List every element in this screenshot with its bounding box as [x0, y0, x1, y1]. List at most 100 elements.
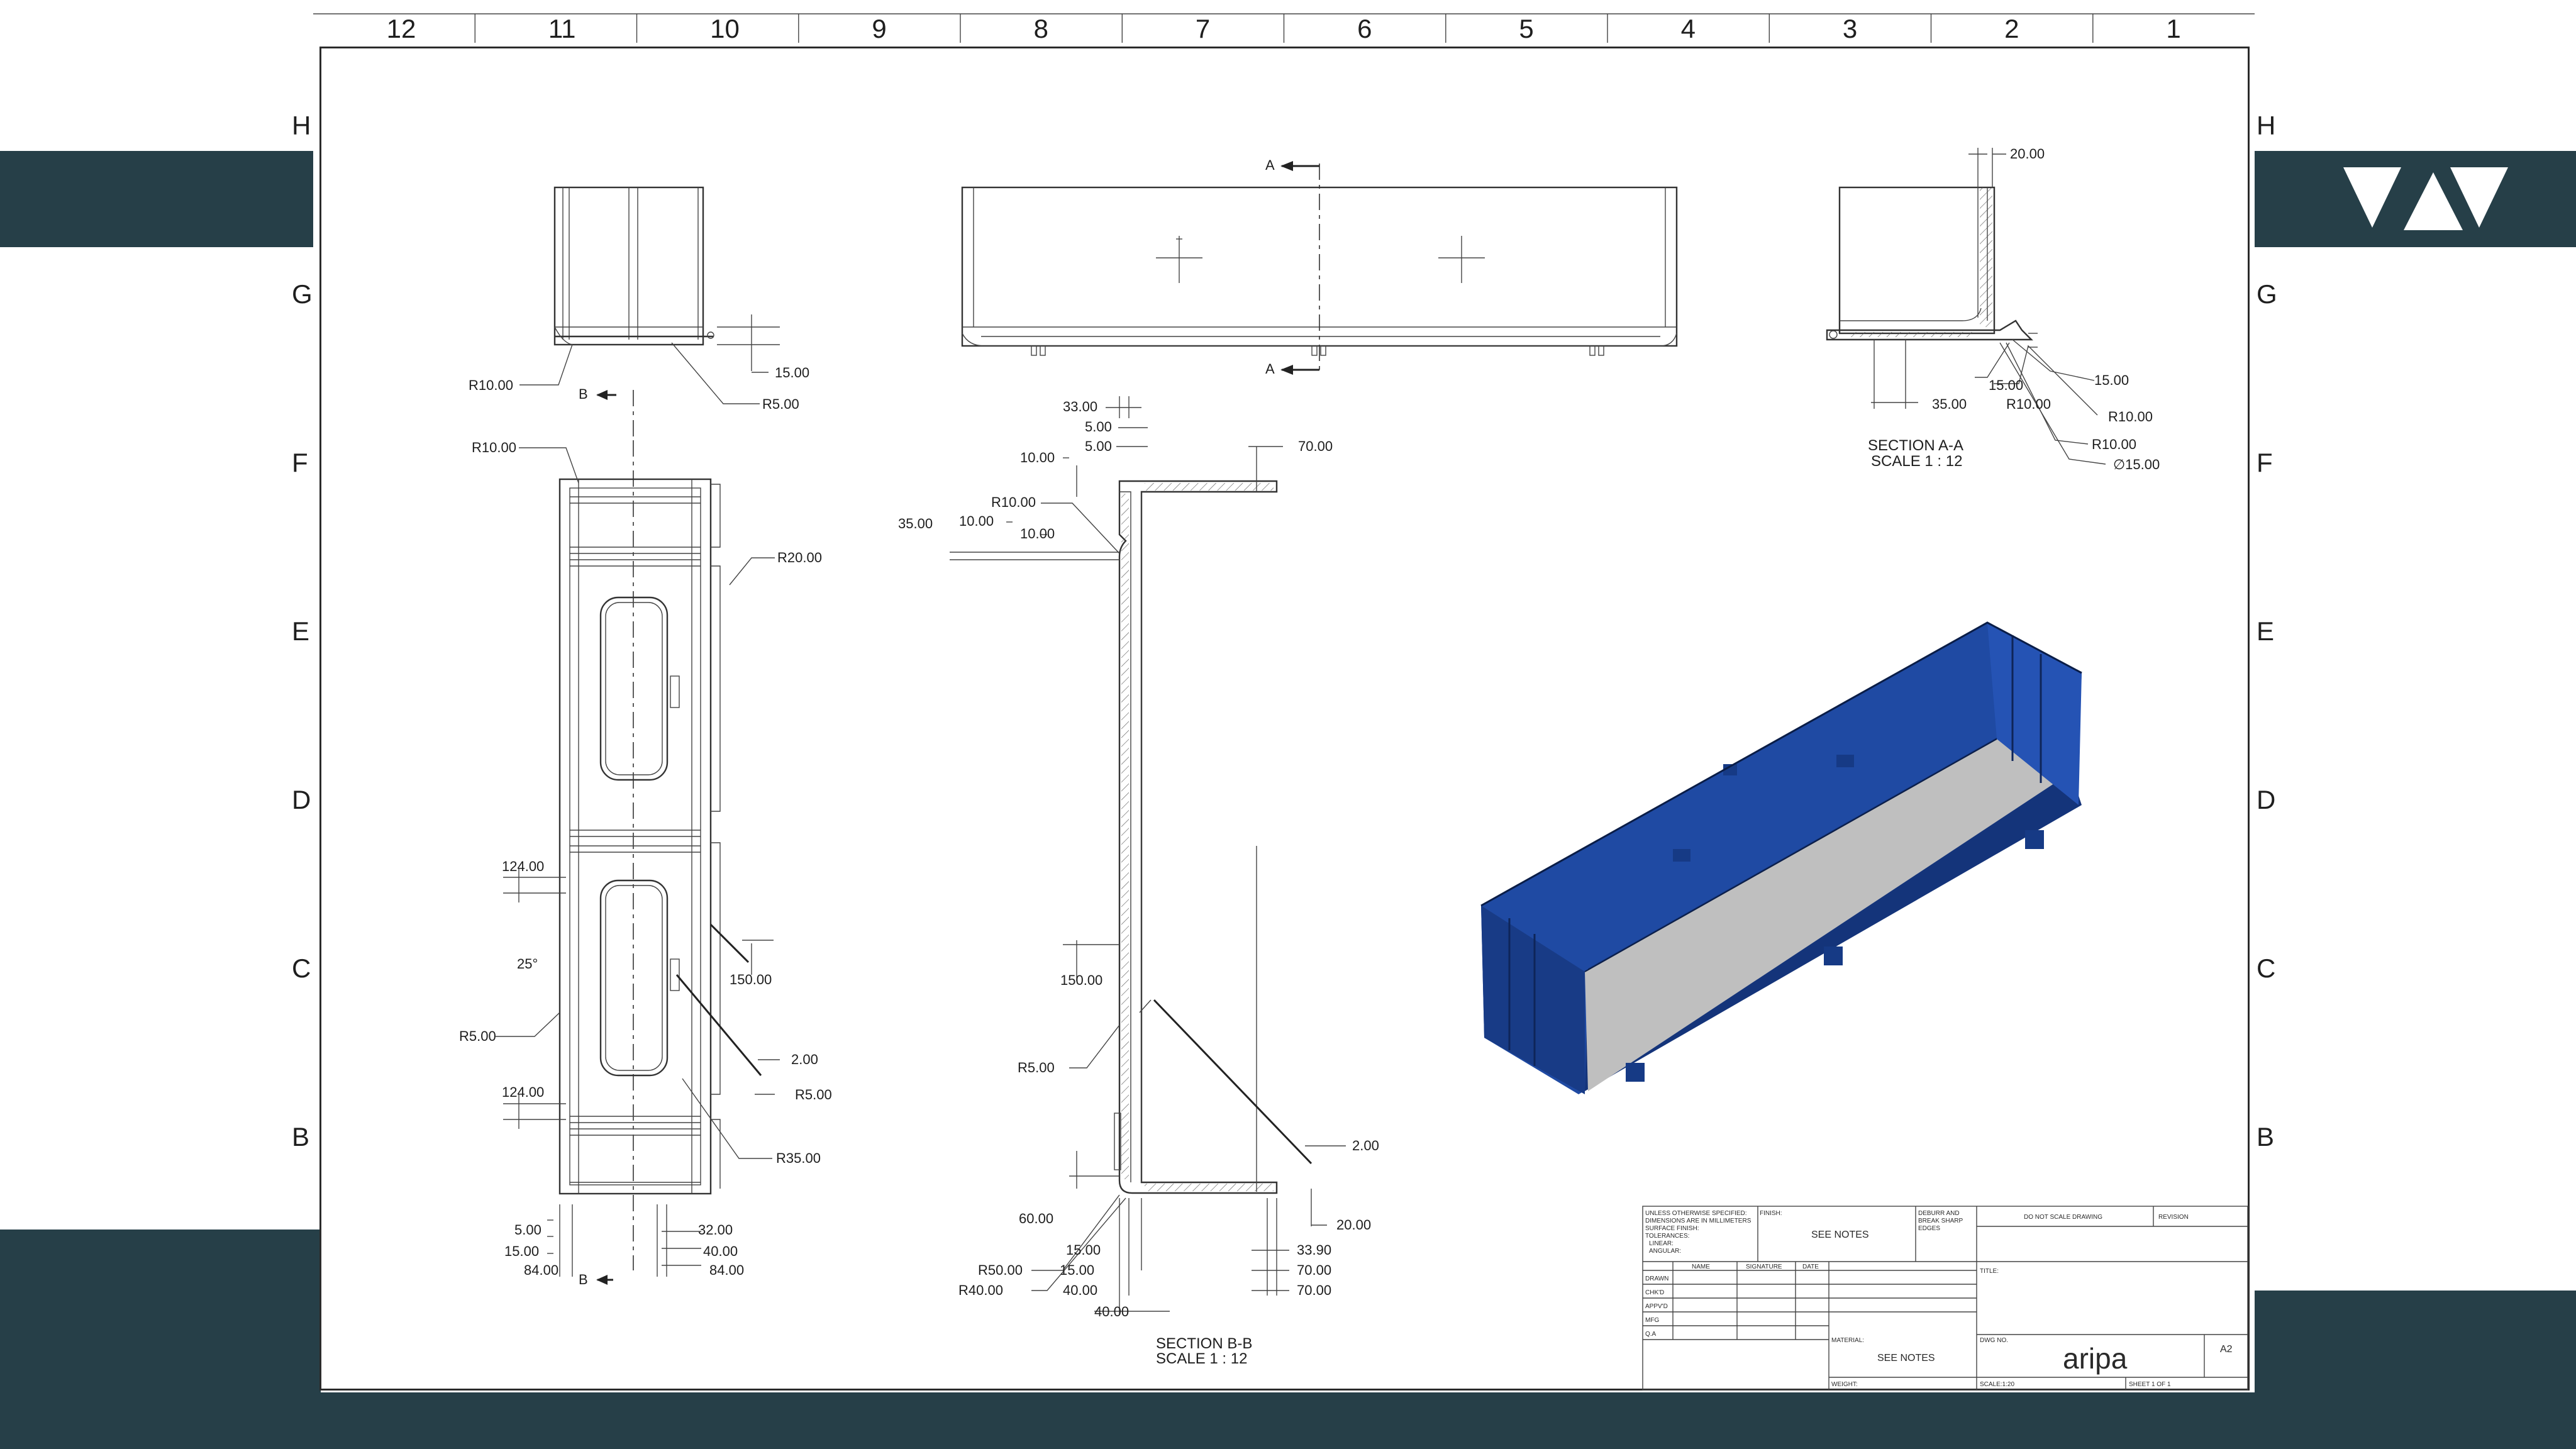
sheet-count: SHEET 1 OF 1 — [2129, 1381, 2171, 1388]
do-not-scale-note: DO NOT SCALE DRAWING — [2024, 1214, 2102, 1221]
dim-top-15: 15.00 — [775, 365, 809, 380]
zone-row-C-right: C — [2257, 953, 2275, 983]
role-chkd: CHK'D — [1645, 1289, 1664, 1296]
drawing-canvas: 12 11 10 9 8 7 6 5 4 3 2 1 H H G G F F E E D D C C B B R10.00 R5… — [292, 13, 2277, 1391]
dim-long-r5-right: R5.00 — [795, 1087, 832, 1102]
dim-top-r5: R5.00 — [762, 396, 799, 412]
cut-b-bottom-arrow — [596, 1275, 613, 1285]
svg-text:LINEAR:: LINEAR: — [1649, 1240, 1674, 1247]
cut-a-label-bottom: A — [1265, 361, 1275, 377]
header-signature: SIGNATURE — [1746, 1263, 1782, 1270]
scale-label: SCALE:1:20 — [1980, 1381, 2014, 1388]
sheet-size: A2 — [2220, 1344, 2233, 1355]
svg-text:ANGULAR:: ANGULAR: — [1649, 1248, 1681, 1255]
dim-long-84-right: 84.00 — [709, 1262, 744, 1278]
svg-text:SURFACE FINISH:: SURFACE FINISH: — [1645, 1225, 1699, 1232]
finish-label: FINISH: — [1760, 1210, 1782, 1217]
role-qa: Q.A — [1645, 1331, 1657, 1338]
zone-col-6: 6 — [1357, 14, 1372, 43]
dim-top-r10: R10.00 — [469, 377, 513, 393]
dim-bb-70a: 70.00 — [1297, 1262, 1331, 1278]
zone-row-B-left: B — [292, 1122, 309, 1152]
dim-bb-35: 35.00 — [898, 516, 933, 531]
section-bb-scale: SCALE 1 : 12 — [1156, 1350, 1247, 1367]
dim-bb-2: 2.00 — [1352, 1138, 1379, 1153]
cut-b-label-bottom: B — [579, 1272, 588, 1287]
role-appvd: APPV'D — [1645, 1303, 1668, 1310]
zone-col-1: 1 — [2166, 14, 2180, 43]
dim-long-15: 15.00 — [504, 1243, 539, 1259]
dim-bb-10c: 10.00 — [1020, 526, 1055, 541]
zone-col-7: 7 — [1196, 14, 1210, 43]
svg-text:TOLERANCES:: TOLERANCES: — [1645, 1233, 1689, 1240]
dim-bb-33: 33.00 — [1063, 399, 1097, 414]
deburr-note-3: EDGES — [1918, 1225, 1940, 1232]
zone-col-10: 10 — [710, 14, 740, 43]
dim-long-25deg: 25° — [517, 956, 538, 972]
zone-row-D-left: D — [292, 785, 311, 814]
dim-aa-r10b: R10.00 — [2108, 409, 2153, 425]
material-label: MATERIAL: — [1831, 1337, 1864, 1344]
dim-bb-15a: 15.00 — [1066, 1242, 1101, 1258]
dim-bb-40a: 40.00 — [1063, 1282, 1097, 1298]
zone-row-B-right: B — [2257, 1122, 2274, 1152]
dim-bb-r5: R5.00 — [1018, 1060, 1055, 1075]
section-aa-title: SECTION A-A — [1868, 437, 1963, 454]
header-date: DATE — [1802, 1263, 1819, 1270]
dim-bb-70b: 70.00 — [1297, 1282, 1331, 1298]
zone-col-4: 4 — [1681, 14, 1696, 43]
dim-long-40: 40.00 — [703, 1243, 738, 1259]
dim-long-r20: R20.00 — [777, 550, 822, 565]
revision-label: REVISION — [2158, 1214, 2189, 1221]
svg-text:UNLESS OTHERWISE SPECIFIED:: UNLESS OTHERWISE SPECIFIED: — [1645, 1210, 1747, 1217]
deburr-note-2: BREAK SHARP — [1918, 1218, 1963, 1224]
dim-aa-20: 20.00 — [2010, 146, 2045, 162]
zone-columns: 12 11 10 9 8 7 6 5 4 3 2 1 — [387, 14, 2181, 43]
dim-bb-r10: R10.00 — [991, 494, 1036, 510]
front-view — [961, 161, 1678, 375]
dim-bb-r40: R40.00 — [958, 1282, 1003, 1298]
cut-a-label-top: A — [1265, 157, 1275, 173]
dim-long-r5-left: R5.00 — [459, 1028, 496, 1044]
long-plan-view — [558, 440, 762, 1270]
dim-aa-r10a: R10.00 — [2006, 396, 2051, 412]
zone-col-9: 9 — [872, 14, 886, 43]
zone-row-C-left: C — [292, 953, 311, 983]
section-bb-title: SECTION B-B — [1156, 1335, 1252, 1352]
zone-row-F-right: F — [2257, 448, 2273, 477]
dim-long-84-left: 84.00 — [524, 1262, 558, 1278]
iso-view-tray — [1480, 621, 2082, 1094]
section-bb-dim-lines — [950, 396, 1346, 1314]
dim-long-124-bottom: 124.00 — [502, 1084, 544, 1100]
section-aa-view — [1826, 186, 2033, 341]
zone-row-E-right: E — [2257, 616, 2274, 646]
header-name: NAME — [1692, 1263, 1710, 1270]
dim-aa-15a: 15.00 — [2094, 372, 2129, 388]
role-drawn: DRAWN — [1645, 1275, 1668, 1282]
cut-b-label-top: B — [579, 386, 588, 402]
svg-text:DIMENSIONS ARE IN MILLIMETERS: DIMENSIONS ARE IN MILLIMETERS — [1645, 1218, 1752, 1224]
top-view — [519, 186, 780, 440]
dim-long-r10: R10.00 — [472, 440, 516, 455]
zone-col-11: 11 — [548, 14, 576, 43]
section-bb-view — [1114, 447, 1313, 1194]
zone-row-H-right: H — [2257, 111, 2275, 140]
zone-row-G-left: G — [292, 279, 313, 309]
dim-aa-35: 35.00 — [1932, 396, 1967, 412]
dim-bb-5b: 5.00 — [1085, 438, 1112, 454]
dim-long-2: 2.00 — [791, 1052, 818, 1067]
dim-long-r35: R35.00 — [776, 1150, 821, 1166]
dim-long-32: 32.00 — [698, 1222, 733, 1238]
weight-label: WEIGHT: — [1831, 1381, 1858, 1388]
dim-bb-r50: R50.00 — [978, 1262, 1023, 1278]
dwg-no-value: aripa — [2063, 1342, 2128, 1375]
title-label: TITLE: — [1980, 1268, 1999, 1275]
zone-row-H-left: H — [292, 111, 311, 140]
zone-row-F-left: F — [292, 448, 308, 477]
dim-bb-10b: 10.00 — [959, 513, 994, 529]
dim-long-124-top: 124.00 — [502, 858, 544, 874]
dim-bb-20: 20.00 — [1336, 1217, 1371, 1233]
role-mfg: MFG — [1645, 1317, 1659, 1324]
dim-aa-15b: 15.00 — [1989, 377, 2023, 393]
dim-aa-r10c: R10.00 — [2092, 436, 2136, 452]
